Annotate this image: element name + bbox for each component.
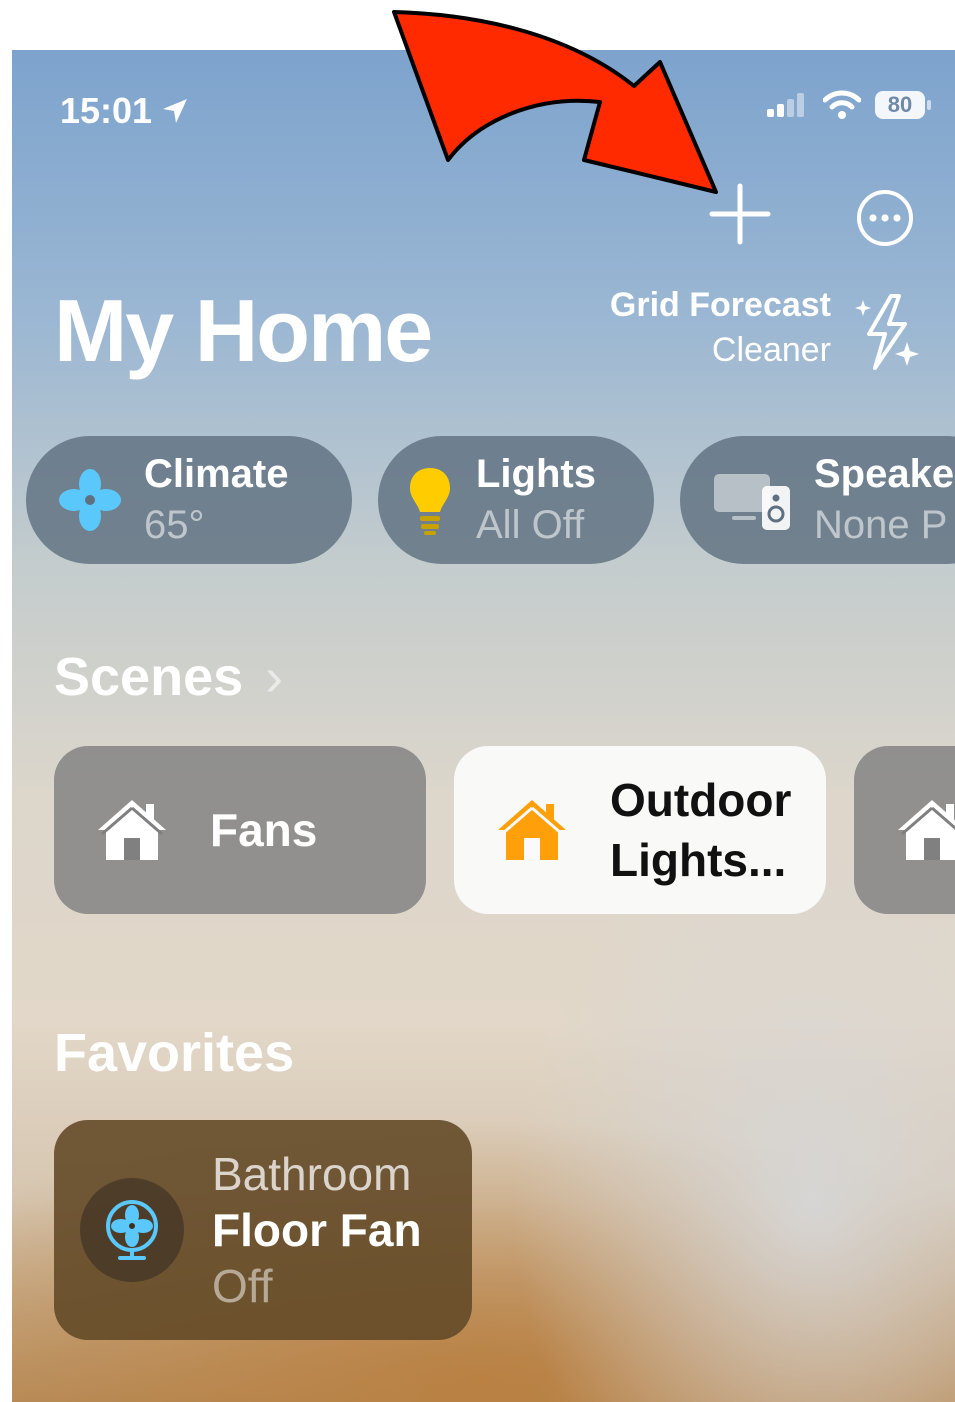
annotation-arrow <box>392 10 718 194</box>
